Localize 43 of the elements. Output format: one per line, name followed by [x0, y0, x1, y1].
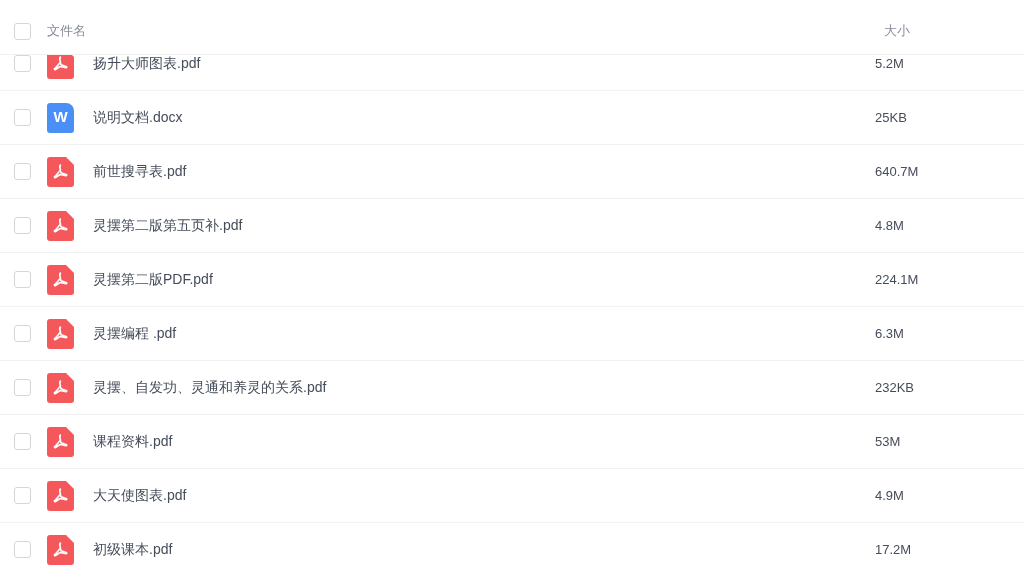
pdf-file-icon — [47, 55, 74, 79]
file-size: 6.3M — [875, 324, 904, 343]
file-size: 224.1M — [875, 270, 919, 289]
file-size: 4.8M — [875, 216, 904, 235]
pdf-file-icon — [47, 318, 74, 349]
file-name[interactable]: 灵摆、自发功、灵通和养灵的关系.pdf — [93, 377, 875, 398]
checkbox[interactable] — [14, 541, 31, 558]
checkbox[interactable] — [14, 487, 31, 504]
checkbox[interactable] — [14, 217, 31, 234]
column-header: 文件名 — [47, 21, 87, 40]
file-size: 5.2M — [875, 55, 904, 73]
column-header: 大小 — [884, 21, 910, 40]
checkbox[interactable] — [14, 23, 31, 40]
file-name[interactable]: 扬升大师图表.pdf — [93, 55, 875, 74]
file-name[interactable]: 大天使图表.pdf — [93, 485, 875, 506]
checkbox[interactable] — [14, 271, 31, 288]
checkbox[interactable] — [14, 433, 31, 450]
file-name[interactable]: 初级课本.pdf — [93, 539, 875, 560]
checkbox[interactable] — [14, 109, 31, 126]
file-size: 640.7M — [875, 162, 919, 181]
file-size: 25KB — [875, 108, 907, 127]
file-name[interactable]: 说明文档.docx — [93, 107, 875, 128]
pdf-file-icon — [47, 372, 74, 403]
pdf-file-icon — [47, 210, 74, 241]
file-name[interactable]: 前世搜寻表.pdf — [93, 161, 875, 182]
checkbox[interactable] — [14, 163, 31, 180]
file-size: 4.9M — [875, 486, 904, 505]
file-size: 17.2M — [875, 540, 912, 559]
file-name[interactable]: 灵摆第二版第五页补.pdf — [93, 215, 875, 236]
pdf-file-icon — [47, 480, 74, 511]
file-size: 53M — [875, 432, 901, 451]
pdf-file-icon — [47, 264, 74, 295]
file-name[interactable]: 灵摆第二版PDF.pdf — [93, 269, 875, 290]
file-name[interactable]: 课程资料.pdf — [93, 431, 875, 452]
file-size: 232KB — [875, 378, 915, 397]
checkbox[interactable] — [14, 55, 31, 72]
file-name[interactable]: 灵摆编程 .pdf — [93, 323, 875, 344]
pdf-file-icon — [47, 534, 74, 565]
checkbox[interactable] — [14, 325, 31, 342]
pdf-file-icon — [47, 426, 74, 457]
pdf-file-icon — [47, 156, 74, 187]
checkbox[interactable] — [14, 379, 31, 396]
word-file-icon: W — [47, 102, 74, 133]
